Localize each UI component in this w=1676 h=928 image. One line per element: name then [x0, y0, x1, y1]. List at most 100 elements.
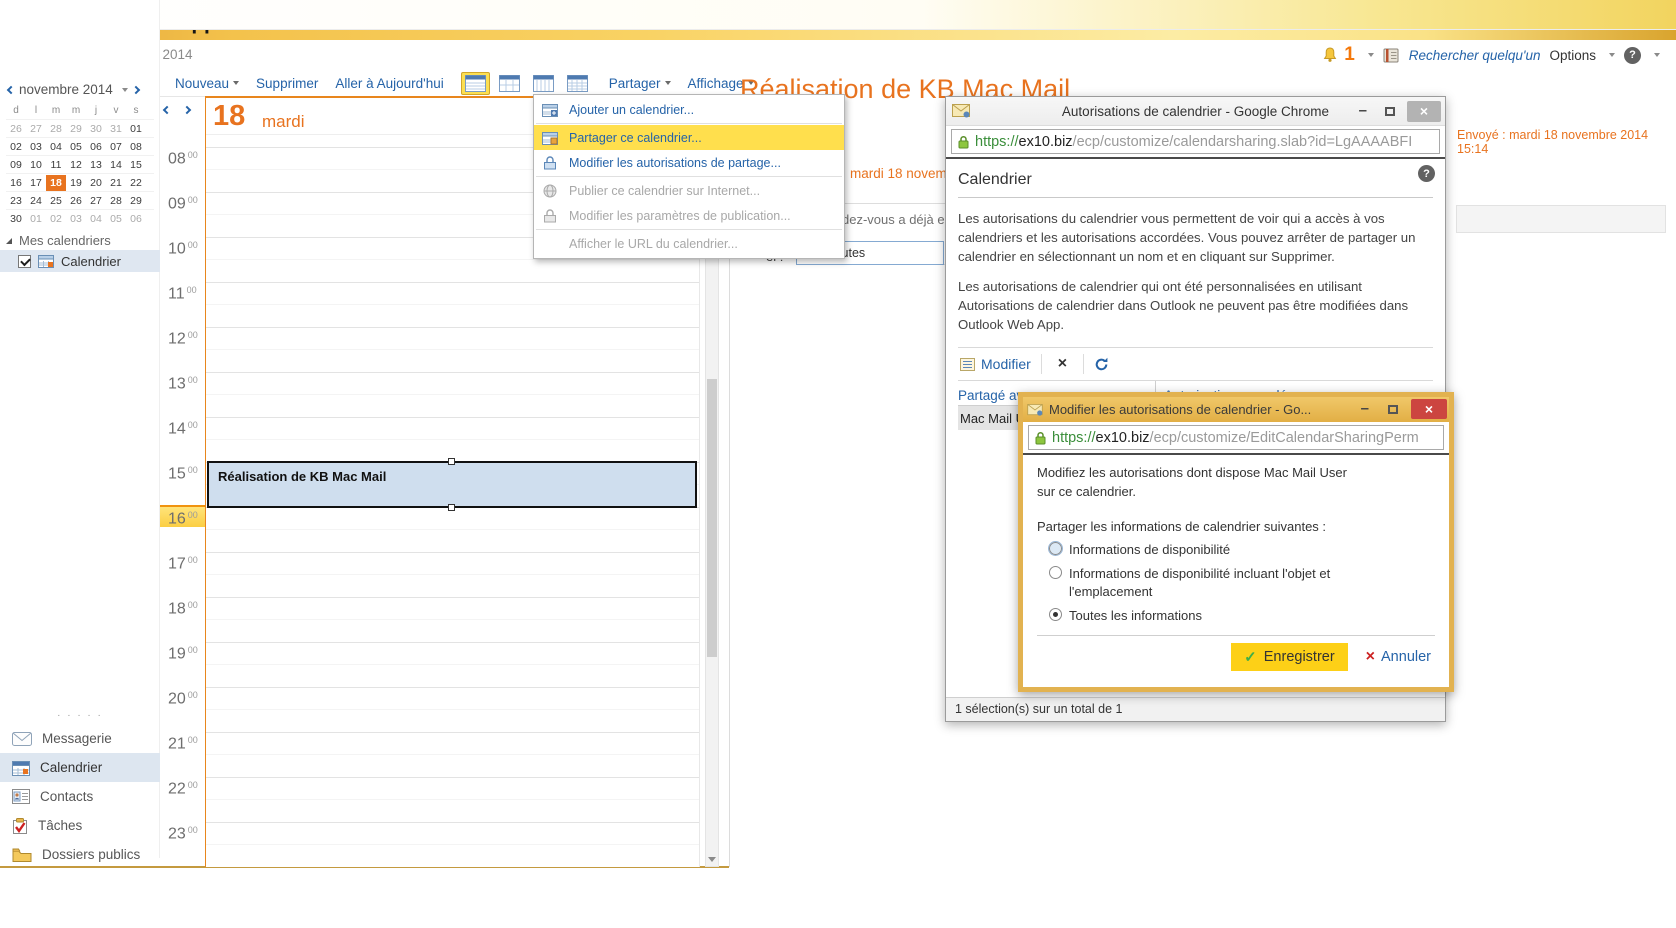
- menu-item-change-sharing-permissions[interactable]: Modifier les autorisations de partage...: [534, 150, 844, 175]
- month-view-button[interactable]: [563, 72, 592, 95]
- mini-calendar-day[interactable]: 28: [106, 193, 126, 209]
- scrollbar-thumb[interactable]: [707, 379, 717, 657]
- mini-calendar-day[interactable]: 06: [86, 139, 106, 155]
- option-all-information[interactable]: Toutes les informations: [1049, 607, 1435, 625]
- address-bar[interactable]: https://ex10.biz/ecp/customize/EditCalen…: [1028, 425, 1444, 450]
- previous-day-icon[interactable]: [163, 106, 171, 114]
- mini-calendar-day[interactable]: 23: [6, 193, 26, 209]
- help-icon[interactable]: ?: [1418, 165, 1435, 182]
- find-someone-link[interactable]: Rechercher quelqu'un: [1409, 48, 1541, 63]
- mini-calendar-day[interactable]: 25: [46, 193, 66, 209]
- delete-button[interactable]: Supprimer: [256, 76, 318, 91]
- mini-calendar-day[interactable]: 30: [86, 121, 106, 137]
- close-button[interactable]: ×: [1407, 101, 1441, 122]
- maximize-button[interactable]: [1388, 405, 1398, 414]
- window-titlebar[interactable]: Autorisations de calendrier - Google Chr…: [946, 97, 1445, 126]
- menu-item-add-calendar[interactable]: Ajouter un calendrier...: [534, 97, 844, 122]
- minimize-button[interactable]: –: [1355, 404, 1375, 414]
- my-calendars-group[interactable]: Mes calendriers: [6, 233, 111, 248]
- mini-calendar-day[interactable]: 20: [86, 175, 106, 191]
- close-button[interactable]: ×: [1411, 399, 1447, 419]
- nav-item-mail[interactable]: Messagerie: [0, 724, 160, 753]
- mini-calendar-day[interactable]: 07: [106, 139, 126, 155]
- mini-calendar-day[interactable]: 22: [126, 175, 146, 191]
- mini-calendar-day[interactable]: 16: [6, 175, 26, 191]
- nav-item-tasks[interactable]: Tâches: [0, 811, 160, 840]
- save-button[interactable]: ✓ Enregistrer: [1231, 643, 1348, 671]
- address-bar[interactable]: https://ex10.biz/ecp/customize/calendars…: [951, 129, 1440, 154]
- mini-calendar-day[interactable]: 19: [66, 175, 86, 191]
- pane-splitter[interactable]: · · · · ·: [0, 710, 160, 721]
- option-availability[interactable]: Informations de disponibilité: [1049, 541, 1435, 559]
- menu-item-publish-to-internet[interactable]: Publier ce calendrier sur Internet...: [534, 178, 844, 203]
- share-menu-button[interactable]: Partager: [609, 76, 671, 91]
- mini-calendar-day[interactable]: 04: [46, 139, 66, 155]
- nav-item-contacts[interactable]: Contacts: [0, 782, 160, 811]
- mini-calendar-day[interactable]: 05: [66, 139, 86, 155]
- chevron-down-icon[interactable]: [1368, 53, 1374, 57]
- mini-calendar-day[interactable]: 29: [66, 121, 86, 137]
- mini-calendar-day[interactable]: 31: [106, 121, 126, 137]
- mini-calendar-day[interactable]: 11: [46, 157, 66, 173]
- nav-item-public-folders[interactable]: Dossiers publics: [0, 840, 160, 869]
- day-view-button[interactable]: [461, 72, 490, 95]
- address-book-icon[interactable]: [1383, 48, 1400, 63]
- mini-calendar-day[interactable]: 21: [106, 175, 126, 191]
- mini-calendar-day[interactable]: 09: [6, 157, 26, 173]
- window-titlebar[interactable]: Modifier les autorisations de calendrier…: [1023, 397, 1449, 422]
- refresh-icon[interactable]: [1094, 357, 1109, 372]
- cancel-button[interactable]: × Annuler: [1366, 648, 1431, 666]
- mini-calendar-day[interactable]: 24: [26, 193, 46, 209]
- mini-calendar-day[interactable]: 01: [126, 121, 146, 137]
- week-view-button[interactable]: [529, 72, 558, 95]
- help-icon[interactable]: ?: [1624, 47, 1641, 64]
- scrollbar-down-button[interactable]: [707, 853, 717, 865]
- next-day-icon[interactable]: [183, 106, 191, 114]
- calendar-checkbox[interactable]: [18, 255, 31, 268]
- mini-calendar-day[interactable]: 01: [26, 211, 46, 227]
- mini-calendar-day[interactable]: 13: [86, 157, 106, 173]
- next-month-icon[interactable]: [132, 85, 140, 93]
- option-availability-subject-location[interactable]: Informations de disponibilité incluant l…: [1049, 565, 1435, 600]
- calendar-event[interactable]: Réalisation de KB Mac Mail: [207, 461, 697, 508]
- calendar-list-item[interactable]: Calendrier: [0, 250, 160, 272]
- mini-calendar-day[interactable]: 06: [126, 211, 146, 227]
- work-week-view-button[interactable]: [495, 72, 524, 95]
- mini-calendar-day[interactable]: 30: [6, 211, 26, 227]
- chevron-down-icon[interactable]: [122, 88, 128, 92]
- mini-calendar-day[interactable]: 02: [46, 211, 66, 227]
- mini-calendar-day[interactable]: 08: [126, 139, 146, 155]
- mini-calendar-day[interactable]: 28: [46, 121, 66, 137]
- menu-item-share-this-calendar[interactable]: Partager ce calendrier...: [534, 125, 844, 150]
- mini-calendar-day[interactable]: 10: [26, 157, 46, 173]
- resize-handle-bottom[interactable]: [448, 504, 455, 511]
- nav-item-calendar[interactable]: Calendrier: [0, 753, 160, 782]
- resize-handle-top[interactable]: [448, 458, 455, 465]
- previous-month-icon[interactable]: [7, 85, 15, 93]
- options-menu[interactable]: Options: [1549, 48, 1596, 63]
- mini-calendar-day[interactable]: 14: [106, 157, 126, 173]
- maximize-button[interactable]: [1385, 107, 1395, 116]
- go-to-today-button[interactable]: Aller à Aujourd'hui: [335, 76, 443, 91]
- mini-calendar-day[interactable]: 12: [66, 157, 86, 173]
- modify-button[interactable]: Modifier: [960, 356, 1031, 372]
- mini-calendar-day[interactable]: 26: [6, 121, 26, 137]
- mini-calendar-day[interactable]: 27: [26, 121, 46, 137]
- mini-calendar-day-selected[interactable]: 18: [46, 175, 66, 191]
- mini-calendar-day[interactable]: 27: [86, 193, 106, 209]
- mini-calendar-day[interactable]: 05: [106, 211, 126, 227]
- minimize-button[interactable]: –: [1353, 106, 1373, 116]
- menu-item-show-calendar-url[interactable]: Afficher le URL du calendrier...: [534, 231, 844, 256]
- mini-calendar-day[interactable]: 17: [26, 175, 46, 191]
- mini-calendar-day[interactable]: 03: [26, 139, 46, 155]
- notification-count[interactable]: 1: [1344, 44, 1355, 66]
- mini-calendar-title[interactable]: novembre 2014: [19, 82, 113, 97]
- mini-calendar-day[interactable]: 02: [6, 139, 26, 155]
- new-button[interactable]: Nouveau: [175, 76, 239, 91]
- delete-permission-button[interactable]: ×: [1052, 355, 1073, 373]
- expanded-triangle-icon[interactable]: [6, 238, 12, 244]
- mini-calendar-day[interactable]: 29: [126, 193, 146, 209]
- mini-calendar-day[interactable]: 26: [66, 193, 86, 209]
- chevron-down-icon[interactable]: [1654, 53, 1660, 57]
- mini-calendar-day[interactable]: 04: [86, 211, 106, 227]
